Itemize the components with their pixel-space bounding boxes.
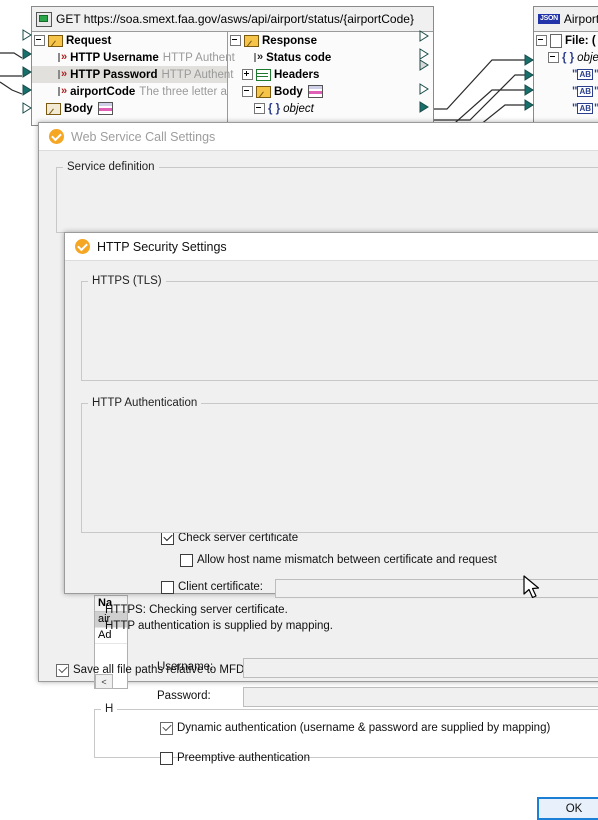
ab-string-icon: AB bbox=[577, 69, 594, 80]
tree-row[interactable]: "AB" Sta bbox=[534, 100, 598, 117]
tree-row[interactable]: Body bbox=[32, 100, 227, 117]
envelope-icon bbox=[244, 34, 259, 47]
dynamic-authentication-label[interactable]: Dynamic authentication (username & passw… bbox=[177, 722, 550, 734]
preemptive-authentication-label[interactable]: Preemptive authentication bbox=[177, 752, 310, 764]
envelope-icon bbox=[256, 85, 271, 98]
http-security-settings-dialog[interactable]: HTTP Security Settings HTTPS (TLS) Check… bbox=[64, 232, 598, 820]
grid-icon bbox=[256, 68, 271, 81]
https-tls-legend: HTTPS (TLS) bbox=[92, 275, 162, 287]
component-title-bar: JSON AirportS bbox=[534, 7, 598, 32]
dialog-title-bar: Web Service Call Settings bbox=[39, 123, 598, 151]
preemptive-authentication-checkbox[interactable] bbox=[160, 752, 173, 765]
collapse-icon[interactable] bbox=[254, 103, 265, 114]
tree-row[interactable]: » airportCode The three letter a bbox=[32, 83, 227, 100]
allow-host-mismatch-checkbox[interactable] bbox=[180, 554, 193, 567]
service-definition-group: Service definition bbox=[56, 161, 598, 233]
quote-close: " bbox=[594, 86, 598, 98]
attribute-icon: » bbox=[58, 86, 67, 97]
dialog-title: Web Service Call Settings bbox=[71, 129, 216, 144]
check-server-certificate-checkbox[interactable] bbox=[161, 532, 174, 545]
node-desc: HTTP Authent bbox=[162, 51, 235, 64]
password-label: Password: bbox=[157, 690, 211, 702]
response-label: Response bbox=[262, 34, 317, 47]
component-title-text: AirportS bbox=[563, 12, 598, 26]
table-scroll-left-button[interactable]: < bbox=[95, 674, 113, 689]
tree-row[interactable]: » HTTP Password HTTP Authent bbox=[32, 66, 234, 83]
tree-row[interactable]: File: ( bbox=[534, 32, 598, 49]
tree-row[interactable]: Request bbox=[32, 32, 227, 49]
ab-string-icon: AB bbox=[577, 86, 594, 97]
save-relative-paths-checkbox[interactable] bbox=[56, 664, 69, 677]
attribute-icon: » bbox=[254, 52, 263, 63]
tree-row[interactable]: » Status code bbox=[228, 49, 433, 66]
client-certificate-label[interactable]: Client certificate: bbox=[178, 581, 263, 593]
braces-icon: { } bbox=[268, 102, 281, 115]
client-certificate-checkbox[interactable] bbox=[161, 581, 174, 594]
dynamic-authentication-checkbox[interactable] bbox=[160, 722, 173, 735]
request-label: Request bbox=[66, 34, 112, 47]
tree-row[interactable]: Response bbox=[228, 32, 433, 49]
webservice-component[interactable]: GET https://soa.smext.faa.gov/asws/api/a… bbox=[31, 6, 434, 126]
tree-row[interactable]: Headers bbox=[228, 66, 433, 83]
node-desc: The three letter a bbox=[139, 85, 227, 98]
node-label: Body bbox=[64, 102, 93, 115]
http-authentication-legend: HTTP Authentication bbox=[92, 397, 198, 409]
tree-row[interactable]: "AB" Cit bbox=[534, 83, 598, 100]
collapse-icon[interactable] bbox=[536, 35, 547, 46]
envelope-icon bbox=[48, 34, 63, 47]
tree-row[interactable]: { } object bbox=[228, 100, 433, 117]
allow-host-mismatch-label[interactable]: Allow host name mismatch between certifi… bbox=[197, 554, 497, 566]
json-badge-icon: JSON bbox=[538, 14, 560, 24]
password-input[interactable] bbox=[243, 687, 598, 707]
quote-close: " bbox=[594, 103, 598, 115]
collapse-icon[interactable] bbox=[242, 86, 253, 97]
expand-icon[interactable] bbox=[242, 69, 253, 80]
table-preview-icon[interactable] bbox=[307, 85, 323, 98]
collapse-icon[interactable] bbox=[230, 35, 241, 46]
altova-orange-icon bbox=[75, 239, 90, 254]
envelope-icon bbox=[46, 102, 61, 115]
client-certificate-input[interactable] bbox=[275, 579, 598, 598]
https-tls-group: HTTPS (TLS) bbox=[81, 275, 598, 381]
file-icon bbox=[550, 33, 562, 48]
node-label: objec bbox=[577, 51, 598, 64]
tree-row[interactable]: { } objec bbox=[534, 49, 598, 66]
quote-close: " bbox=[594, 69, 598, 81]
username-label: Username: bbox=[157, 661, 214, 673]
node-label: Status code bbox=[266, 51, 332, 64]
dialog-title-bar: HTTP Security Settings bbox=[65, 233, 598, 261]
username-input[interactable] bbox=[243, 658, 598, 678]
http-security-legend: H bbox=[105, 703, 114, 715]
node-label: File: ( bbox=[565, 34, 596, 47]
ab-string-icon: AB bbox=[577, 103, 594, 114]
tree-row[interactable]: » HTTP Username HTTP Authent bbox=[32, 49, 235, 66]
collapse-icon[interactable] bbox=[548, 52, 559, 63]
json-component[interactable]: JSON AirportS File: ( { } objec "AB" Na bbox=[533, 6, 598, 126]
info-line-1: HTTPS: Checking server certificate. bbox=[105, 604, 288, 616]
altova-orange-icon bbox=[49, 129, 64, 144]
info-line-2: HTTP authentication is supplied by mappi… bbox=[105, 620, 334, 632]
ok-button[interactable]: OK bbox=[537, 797, 598, 820]
braces-icon: { } bbox=[562, 51, 575, 64]
tree-row[interactable]: "AB" Na bbox=[534, 66, 598, 83]
component-title-text: GET https://soa.smext.faa.gov/asws/api/a… bbox=[56, 12, 414, 26]
node-desc: HTTP Authent bbox=[161, 68, 234, 81]
collapse-icon[interactable] bbox=[34, 35, 45, 46]
node-label: HTTP Username bbox=[70, 51, 159, 64]
check-server-certificate-label[interactable]: Check server certificate bbox=[178, 532, 298, 544]
attribute-icon: » bbox=[58, 52, 67, 63]
node-label: object bbox=[283, 102, 314, 115]
table-preview-icon[interactable] bbox=[97, 102, 113, 115]
node-label: Headers bbox=[274, 68, 320, 81]
tree-row[interactable]: Body bbox=[228, 83, 433, 100]
node-label: airportCode bbox=[70, 85, 136, 98]
dialog-title: HTTP Security Settings bbox=[97, 239, 227, 254]
http-authentication-group: HTTP Authentication bbox=[81, 397, 598, 533]
node-label: Body bbox=[274, 85, 303, 98]
attribute-icon: » bbox=[58, 69, 67, 80]
webservice-icon bbox=[36, 11, 52, 27]
node-label: HTTP Password bbox=[70, 68, 158, 81]
service-definition-legend: Service definition bbox=[67, 161, 155, 173]
component-title-bar: GET https://soa.smext.faa.gov/asws/api/a… bbox=[32, 7, 433, 32]
